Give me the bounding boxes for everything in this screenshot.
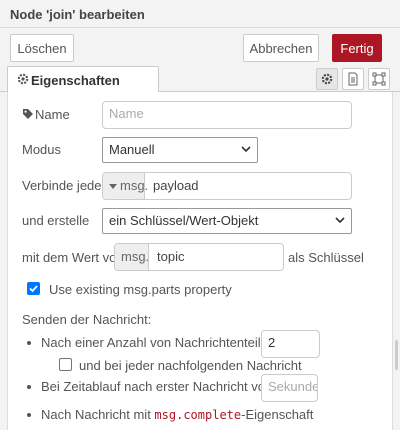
name-label: Name xyxy=(35,107,70,122)
bullet xyxy=(27,413,31,417)
combine-value: payload xyxy=(153,178,199,193)
count-label: Nach einer Anzahl von Nachrichtenteilen xyxy=(41,335,276,350)
key-prefix-label: mit dem Wert von xyxy=(22,250,124,265)
tag-icon xyxy=(23,109,33,119)
complete-line: Nach Nachricht mit msg.complete-Eigensch… xyxy=(41,407,313,422)
chevron-down-icon xyxy=(335,217,345,224)
use-parts-label: Use existing msg.parts property xyxy=(49,282,232,297)
create-select-value: ein Schlüssel/Wert-Objekt xyxy=(109,213,259,228)
timeout-input[interactable]: Sekunden xyxy=(261,374,318,402)
every-subsequent-checkbox[interactable] xyxy=(59,358,72,371)
chevron-down-icon xyxy=(241,146,251,153)
every-subsequent-label: und bei jeder nachfolgenden Nachricht xyxy=(79,358,302,373)
key-suffix-label: als Schlüssel xyxy=(288,250,364,265)
complete-suffix: -Eigenschaft xyxy=(241,407,314,422)
tab-appearance-button[interactable] xyxy=(368,68,390,90)
mode-select-value: Manuell xyxy=(109,142,155,157)
delete-button[interactable]: Löschen xyxy=(10,34,74,62)
tab-properties-label: Eigenschaften xyxy=(31,73,120,88)
create-label: und erstelle xyxy=(22,213,90,228)
bullet xyxy=(27,385,31,389)
timeout-label: Bei Zeitablauf nach erster Nachricht von xyxy=(41,379,273,394)
tab-description-button[interactable] xyxy=(342,68,364,90)
tab-bar: Eigenschaften xyxy=(0,64,400,93)
key-type-button[interactable]: msg. xyxy=(115,244,149,270)
combine-typed-input[interactable]: msg. payload xyxy=(102,172,352,200)
gear-icon xyxy=(17,73,29,85)
complete-code: msg.complete xyxy=(154,408,242,422)
caret-down-icon xyxy=(109,184,117,189)
done-button[interactable]: Fertig xyxy=(332,34,382,62)
description-icon xyxy=(348,72,358,86)
cancel-button[interactable]: Abbrechen xyxy=(243,34,319,62)
key-typed-input[interactable]: msg. topic xyxy=(114,243,284,271)
appearance-icon xyxy=(372,72,386,86)
combine-type-label: msg. xyxy=(120,178,149,193)
dialog-title: Node 'join' bearbeiten xyxy=(10,7,145,22)
bullet xyxy=(27,341,31,345)
tab-properties[interactable]: Eigenschaften xyxy=(7,66,159,93)
properties-panel: Name Name Modus Manuell Verbinde jede ms… xyxy=(7,92,393,430)
combine-type-button[interactable]: msg. xyxy=(103,173,149,199)
create-select[interactable]: ein Schlüssel/Wert-Objekt xyxy=(102,208,352,234)
key-value: topic xyxy=(157,249,185,264)
send-heading: Senden der Nachricht: xyxy=(22,312,152,327)
scrollbar[interactable] xyxy=(395,340,398,370)
name-input[interactable]: Name xyxy=(102,101,352,129)
use-parts-checkbox[interactable] xyxy=(27,282,40,295)
count-input[interactable]: 2 xyxy=(261,330,320,358)
check-icon xyxy=(29,285,38,293)
complete-prefix: Nach Nachricht mit xyxy=(41,407,155,422)
mode-label: Modus xyxy=(22,142,62,157)
combine-label: Verbinde jede xyxy=(22,178,102,193)
tab-settings-button[interactable] xyxy=(316,68,338,90)
gear-icon xyxy=(321,73,333,85)
mode-select[interactable]: Manuell xyxy=(102,137,258,163)
dialog-titlebar: Node 'join' bearbeiten xyxy=(0,0,400,28)
